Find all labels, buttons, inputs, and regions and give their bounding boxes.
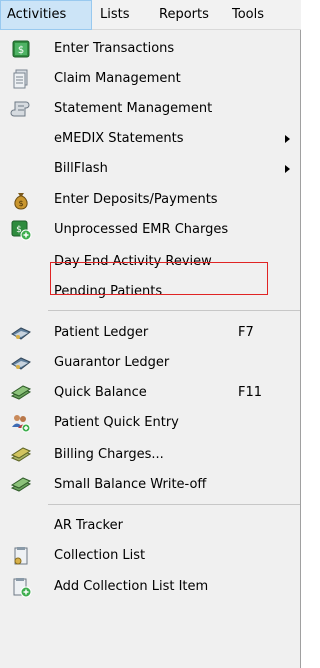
menu-item-label: Collection List: [54, 548, 146, 563]
menu-item-label: AR Tracker: [54, 518, 123, 533]
menu-item-patient-quick-entry[interactable]: Patient Quick Entry: [0, 408, 301, 438]
svg-text:$: $: [18, 45, 24, 56]
collection-list-icon: [14, 547, 28, 565]
menu-bar: Activities Lists Reports Tools: [0, 0, 301, 30]
menu-item-billflash[interactable]: BillFlash: [0, 154, 301, 184]
menu-item-claim-management[interactable]: Claim Management: [0, 64, 301, 94]
menu-item-ar-tracker[interactable]: AR Tracker: [0, 511, 301, 541]
menu-separator: [48, 504, 300, 505]
menu-item-label: Enter Transactions: [54, 41, 175, 56]
shortcut-f7: F7: [238, 325, 254, 340]
menu-item-label: BillFlash: [54, 161, 108, 176]
dollar-add-icon: $: [11, 220, 32, 241]
menu-item-unprocessed-emr-charges[interactable]: $ Unprocessed EMR Charges: [0, 215, 301, 245]
menu-item-guarantor-ledger[interactable]: Guarantor Ledger: [0, 348, 301, 378]
menu-item-enter-transactions[interactable]: $ Enter Transactions: [0, 34, 301, 64]
menu-item-enter-deposits-payments[interactable]: $ Enter Deposits/Payments: [0, 185, 301, 215]
menu-item-label: Patient Ledger: [54, 325, 149, 340]
menu-item-patient-ledger[interactable]: Patient Ledger F7: [0, 318, 301, 348]
menu-item-collection-list[interactable]: Collection List: [0, 541, 301, 571]
menu-item-label: Billing Charges...: [54, 447, 164, 462]
menu-item-label: eMEDIX Statements: [54, 131, 184, 146]
money-bag-icon: $: [14, 193, 28, 210]
menu-item-label: Claim Management: [54, 71, 181, 86]
dollar-sheet-icon: $: [12, 40, 30, 58]
menu-item-add-collection-list-item[interactable]: Add Collection List Item: [0, 572, 301, 602]
menu-item-label: Patient Quick Entry: [54, 415, 179, 430]
menu-item-label: Quick Balance: [54, 385, 147, 400]
menu-item-label: Enter Deposits/Payments: [54, 192, 218, 207]
scroll-icon: [10, 101, 30, 117]
collection-add-icon: [13, 578, 32, 598]
menu-reports[interactable]: Reports: [153, 0, 215, 30]
ledger-icon: [11, 327, 31, 340]
money-stack-icon: [10, 447, 32, 462]
menu-item-emedix-statements[interactable]: eMEDIX Statements: [0, 124, 301, 154]
menu-item-label: Unprocessed EMR Charges: [54, 222, 229, 237]
menu-tools[interactable]: Tools: [226, 0, 270, 30]
ledger-icon: [11, 357, 31, 370]
money-stack-icon: [10, 477, 32, 492]
money-stack-icon: [10, 385, 32, 400]
menu-item-label: Small Balance Write-off: [54, 477, 207, 492]
menu-item-small-balance-write-off[interactable]: Small Balance Write-off: [0, 470, 301, 500]
menu-activities[interactable]: Activities: [0, 0, 92, 30]
menu-lists[interactable]: Lists: [94, 0, 136, 30]
annotation-highlight-box: [50, 262, 268, 295]
svg-text:$: $: [18, 199, 23, 208]
shortcut-f11: F11: [238, 385, 263, 400]
menu-item-label: Add Collection List Item: [54, 579, 209, 594]
menu-item-label: Guarantor Ledger: [54, 355, 170, 370]
menu-item-billing-charges[interactable]: Billing Charges...: [0, 440, 301, 470]
menu-item-statement-management[interactable]: Statement Management: [0, 94, 301, 124]
menu-item-quick-balance[interactable]: Quick Balance F11: [0, 378, 301, 408]
activities-dropdown: $ Enter Transactions Claim Management St…: [0, 30, 301, 668]
document-stack-icon: [13, 69, 28, 89]
submenu-arrow-icon: [285, 165, 290, 173]
menu-item-label: Statement Management: [54, 101, 213, 116]
menu-separator: [48, 310, 300, 311]
people-add-icon: [12, 415, 31, 433]
submenu-arrow-icon: [285, 135, 290, 143]
